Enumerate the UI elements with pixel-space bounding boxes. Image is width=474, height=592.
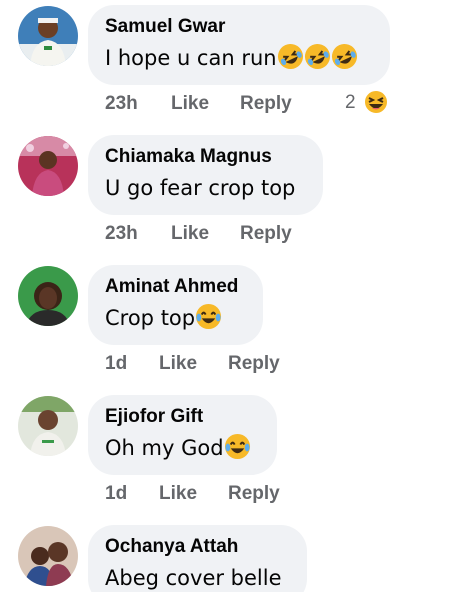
reaction-count: 2 [345, 92, 356, 113]
comment-actions: 1d Like Reply [105, 483, 335, 511]
avatar[interactable] [18, 396, 78, 456]
comment-bubble: Ejiofor Gift Oh my God [88, 395, 277, 475]
rolling-laughing-icon [277, 43, 304, 70]
comment-bubble: Samuel Gwar I hope u can run [88, 5, 390, 85]
reply-button[interactable]: Reply [228, 353, 280, 375]
like-button[interactable]: Like [171, 223, 209, 245]
reaction-summary[interactable]: 2 [345, 88, 395, 118]
avatar[interactable] [18, 136, 78, 196]
comment-bubble: Chiamaka Magnus U go fear crop top [88, 135, 323, 215]
avatar[interactable] [18, 526, 78, 586]
comment-text: I hope u can run [105, 43, 390, 73]
comment-text: Crop top [105, 303, 263, 333]
comment-author[interactable]: Chiamaka Magnus [105, 145, 323, 169]
comment-text: U go fear crop top [105, 176, 296, 200]
comment-text: Oh my God [105, 433, 277, 463]
comment-actions: 23h Like Reply [105, 93, 335, 121]
comment-text: Abeg cover belle [105, 566, 282, 590]
tears-of-joy-icon [195, 303, 222, 330]
comment-timestamp[interactable]: 1d [105, 353, 127, 375]
comment-timestamp[interactable]: 1d [105, 483, 127, 505]
like-button[interactable]: Like [171, 93, 209, 115]
avatar[interactable] [18, 6, 78, 66]
tears-of-joy-icon [224, 433, 251, 460]
rolling-laughing-icon [331, 43, 358, 70]
avatar[interactable] [18, 266, 78, 326]
like-button[interactable]: Like [159, 353, 197, 375]
comment-author[interactable]: Samuel Gwar [105, 15, 390, 39]
like-button[interactable]: Like [159, 483, 197, 505]
reply-button[interactable]: Reply [228, 483, 280, 505]
reply-button[interactable]: Reply [240, 223, 292, 245]
rolling-laughing-icon [304, 43, 331, 70]
comment-author[interactable]: Aminat Ahmed [105, 275, 263, 299]
comment-author[interactable]: Ejiofor Gift [105, 405, 277, 429]
comment-actions: 23h Like Reply [105, 223, 335, 251]
reply-button[interactable]: Reply [240, 93, 292, 115]
comment-bubble: Aminat Ahmed Crop top [88, 265, 263, 345]
haha-reaction-icon [362, 88, 390, 116]
comment-timestamp[interactable]: 23h [105, 93, 138, 115]
comment-timestamp[interactable]: 23h [105, 223, 138, 245]
comment-author[interactable]: Ochanya Attah [105, 535, 307, 559]
comment-actions: 1d Like Reply [105, 353, 335, 381]
comment-bubble: Ochanya Attah Abeg cover belle [88, 525, 307, 592]
